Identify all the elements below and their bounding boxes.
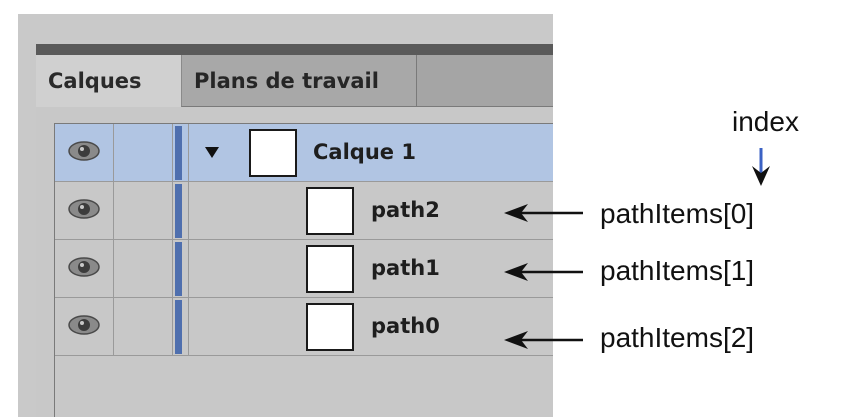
tabbar-empty-area — [417, 55, 553, 107]
arrow-left-icon — [504, 331, 583, 349]
visibility-toggle[interactable] — [55, 124, 114, 181]
eye-icon — [68, 141, 100, 161]
layer-color-bar — [175, 242, 182, 296]
column-divider — [188, 240, 189, 297]
tab-plans-de-travail[interactable]: Plans de travail — [181, 55, 417, 107]
column-divider — [188, 298, 189, 355]
layer-name[interactable]: Calque 1 — [313, 124, 416, 181]
path-name[interactable]: path2 — [371, 182, 440, 239]
page: Calques Plans de travail Calque 1 path2 … — [0, 0, 847, 417]
pathitems-1-label: pathItems[1] — [600, 255, 755, 286]
eye-icon — [68, 315, 100, 335]
lock-toggle[interactable] — [114, 182, 173, 239]
path-name[interactable]: path0 — [371, 298, 440, 355]
layer-color-bar — [175, 184, 182, 238]
arrow-left-icon — [504, 204, 583, 222]
arrow-down-icon — [752, 148, 770, 186]
eye-icon — [68, 257, 100, 277]
path-thumbnail — [306, 245, 354, 293]
lock-toggle[interactable] — [114, 124, 173, 181]
panel-title-bar[interactable] — [36, 44, 553, 55]
visibility-toggle[interactable] — [55, 182, 114, 239]
path-row-path2[interactable]: path2 — [55, 182, 553, 240]
triangle-down-icon[interactable] — [203, 145, 221, 159]
path-name[interactable]: path1 — [371, 240, 440, 297]
path-row-path0[interactable]: path0 — [55, 298, 553, 356]
column-divider — [188, 124, 189, 181]
tab-calques[interactable]: Calques — [36, 55, 181, 107]
visibility-toggle[interactable] — [55, 298, 114, 355]
path-row-path1[interactable]: path1 — [55, 240, 553, 298]
eye-icon — [68, 199, 100, 219]
path-thumbnail — [306, 187, 354, 235]
layer-thumbnail — [249, 129, 297, 177]
lock-toggle[interactable] — [114, 298, 173, 355]
pathitems-2-label: pathItems[2] — [600, 322, 755, 353]
lock-toggle[interactable] — [114, 240, 173, 297]
column-divider — [188, 182, 189, 239]
path-thumbnail — [306, 303, 354, 351]
index-label: index — [732, 106, 799, 137]
pathitems-0-label: pathItems[0] — [600, 198, 755, 229]
layer-color-bar — [175, 126, 182, 180]
panel-tabbar: Calques Plans de travail — [36, 55, 553, 107]
visibility-toggle[interactable] — [55, 240, 114, 297]
layer-color-bar — [175, 300, 182, 354]
layer-row-calque-1[interactable]: Calque 1 — [55, 124, 553, 182]
arrow-left-icon — [504, 263, 583, 281]
